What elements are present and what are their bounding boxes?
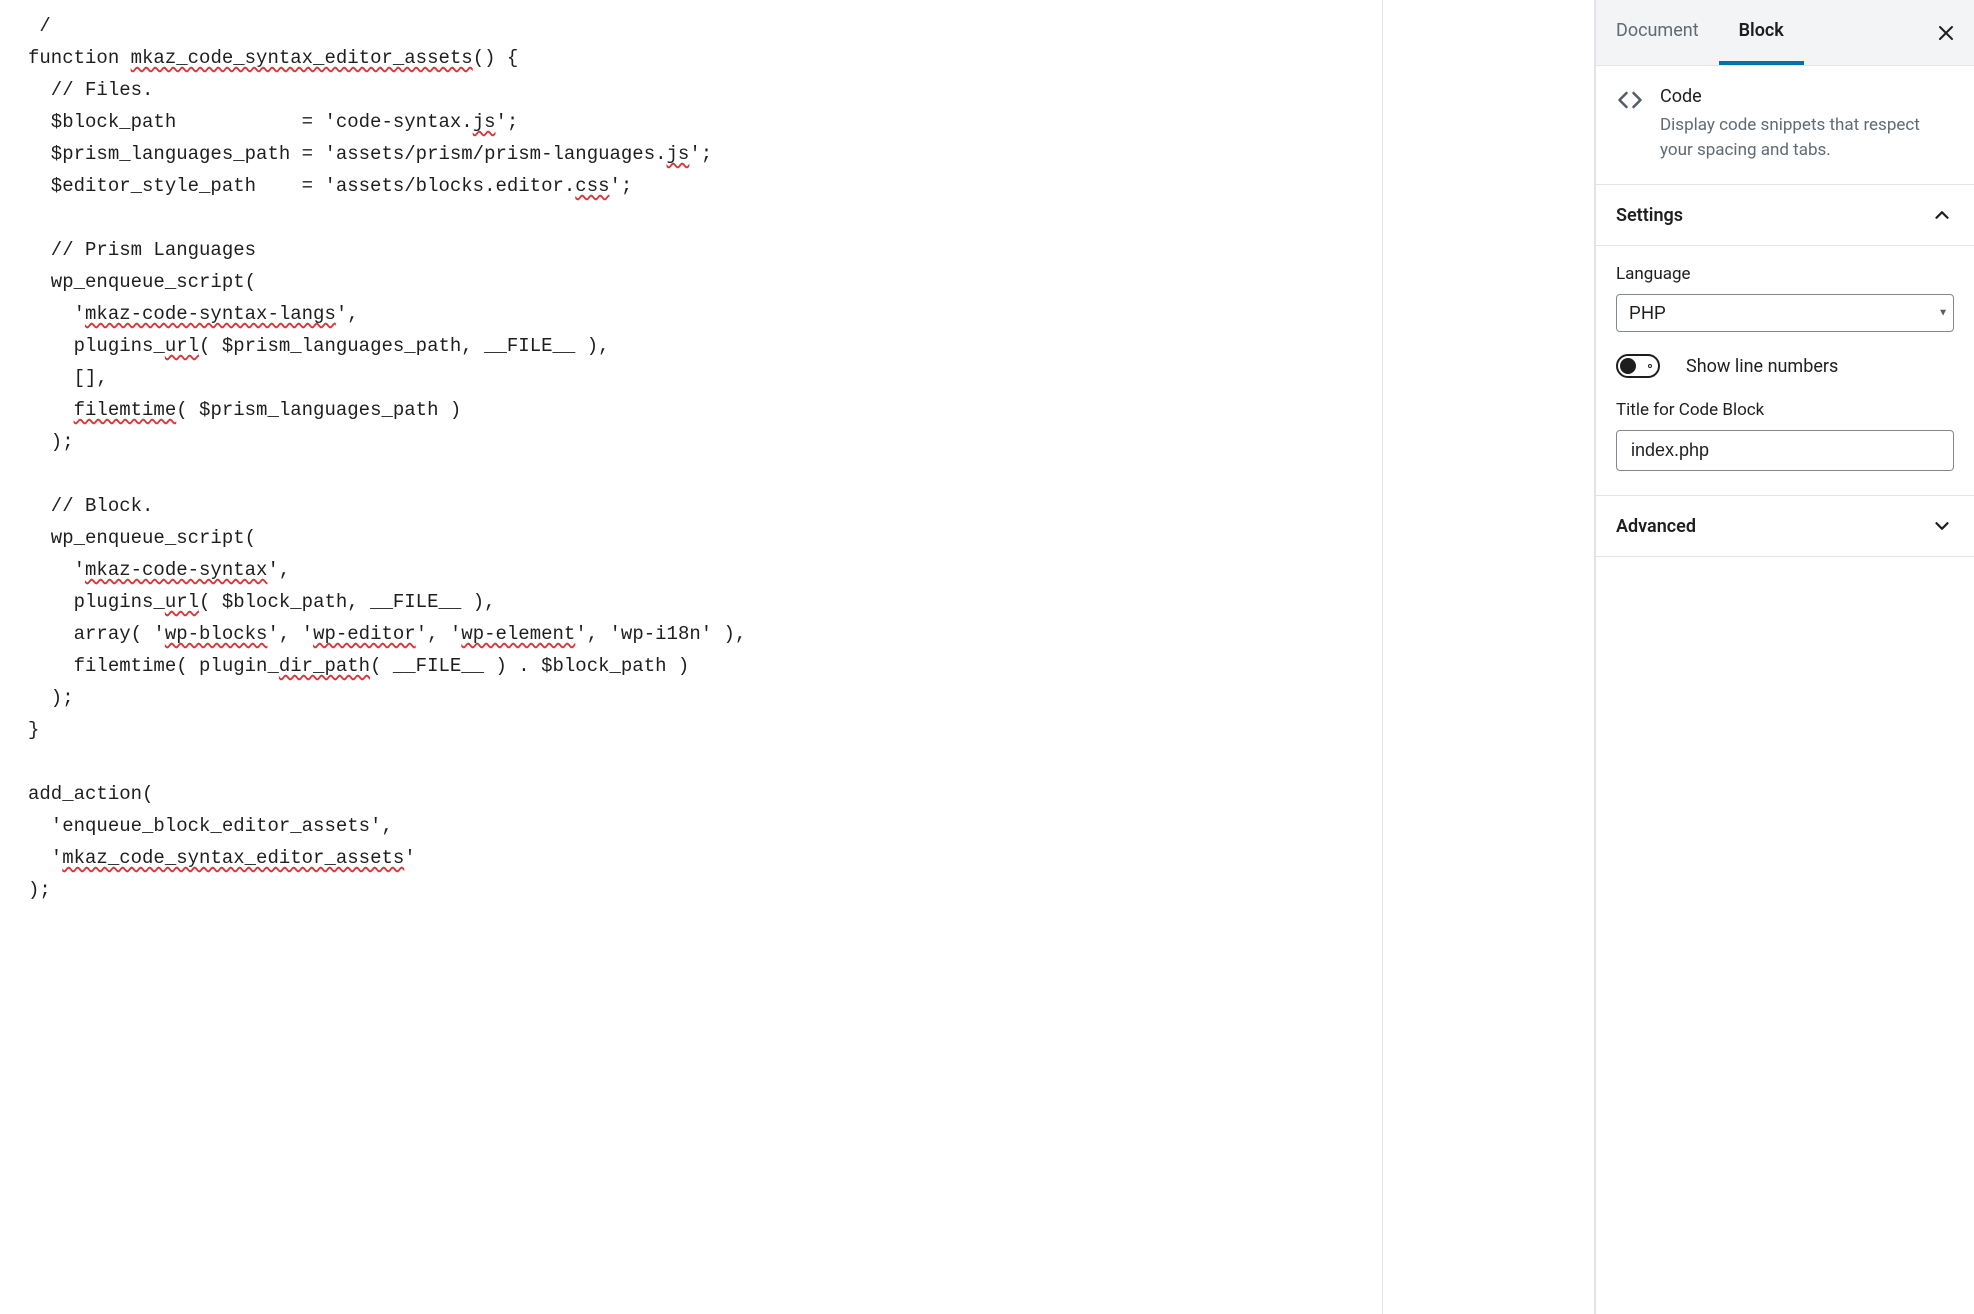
block-card: Code Display code snippets that respect … [1596,66,1974,185]
title-input[interactable] [1616,430,1954,471]
close-sidebar-button[interactable] [1926,13,1966,53]
code-icon [1616,86,1644,114]
chevron-up-icon [1930,203,1954,227]
code-line: ); [28,682,1354,714]
code-line: // Block. [28,490,1354,522]
code-line: } [28,714,1354,746]
code-line: plugins_url( $prism_languages_path, __FI… [28,330,1354,362]
code-line [28,458,1354,490]
code-line: add_action( [28,778,1354,810]
code-line: plugins_url( $block_path, __FILE__ ), [28,586,1354,618]
language-select[interactable]: PHP [1616,294,1954,332]
field-language: Language PHP ▼ [1616,264,1954,332]
field-title: Title for Code Block [1616,400,1954,471]
code-line: $prism_languages_path = 'assets/prism/pr… [28,138,1354,170]
panel-body-settings: Language PHP ▼ Show line numbers Title f… [1596,246,1974,496]
code-line: / [28,10,1354,42]
code-line: // Prism Languages [28,234,1354,266]
code-block-editor[interactable]: /function mkaz_code_syntax_editor_assets… [0,0,1383,1314]
panel-toggle-settings[interactable]: Settings [1596,185,1974,246]
code-line: wp_enqueue_script( [28,266,1354,298]
tab-document[interactable]: Document [1596,0,1719,65]
language-label: Language [1616,264,1954,284]
line-numbers-toggle[interactable] [1616,354,1660,378]
code-line: // Files. [28,74,1354,106]
close-icon [1936,23,1956,43]
panel-toggle-advanced[interactable]: Advanced [1596,496,1974,557]
code-line: 'mkaz-code-syntax', [28,554,1354,586]
panel-title-advanced: Advanced [1616,516,1696,537]
code-line: array( 'wp-blocks', 'wp-editor', 'wp-ele… [28,618,1354,650]
code-line: filemtime( $prism_languages_path ) [28,394,1354,426]
code-line: $block_path = 'code-syntax.js'; [28,106,1354,138]
title-label: Title for Code Block [1616,400,1954,420]
code-line: [], [28,362,1354,394]
block-settings-sidebar: Document Block Code Display code snippet… [1595,0,1974,1314]
code-line: ); [28,874,1354,906]
block-card-description: Display code snippets that respect your … [1660,113,1954,162]
code-line: wp_enqueue_script( [28,522,1354,554]
code-line: $editor_style_path = 'assets/blocks.edit… [28,170,1354,202]
code-line: 'mkaz_code_syntax_editor_assets' [28,842,1354,874]
code-line: 'mkaz-code-syntax-langs', [28,298,1354,330]
editor-canvas-gap [1383,0,1595,1314]
block-card-title: Code [1660,86,1954,107]
field-line-numbers: Show line numbers [1616,354,1954,378]
code-line [28,746,1354,778]
code-line: function mkaz_code_syntax_editor_assets(… [28,42,1354,74]
code-line: filemtime( plugin_dir_path( __FILE__ ) .… [28,650,1354,682]
sidebar-tabs: Document Block [1596,0,1974,66]
chevron-down-icon [1930,514,1954,538]
panel-title-settings: Settings [1616,205,1683,226]
line-numbers-label: Show line numbers [1686,356,1838,377]
code-line [28,202,1354,234]
code-line: ); [28,426,1354,458]
tab-block[interactable]: Block [1719,0,1804,65]
code-line: 'enqueue_block_editor_assets', [28,810,1354,842]
